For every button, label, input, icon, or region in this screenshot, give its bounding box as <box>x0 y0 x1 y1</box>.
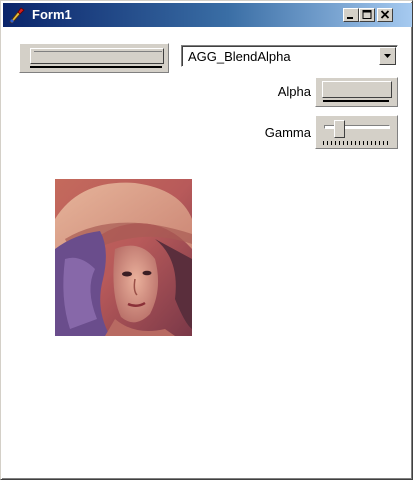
client-area: AGG_BlendAlpha Alpha Gamma <box>4 27 411 478</box>
maximize-icon <box>362 10 372 19</box>
combo-dropdown-button[interactable] <box>379 47 396 65</box>
minimize-icon <box>347 17 353 19</box>
blend-mode-combobox[interactable]: AGG_BlendAlpha <box>181 45 398 67</box>
gamma-trackbar-ticks <box>323 141 391 145</box>
minimize-button[interactable] <box>343 8 359 22</box>
title-bar[interactable]: Form1 <box>3 3 412 27</box>
alpha-trackbar[interactable] <box>315 77 398 107</box>
chevron-down-icon <box>384 54 391 58</box>
alpha-label: Alpha <box>277 84 311 99</box>
top-trackbar-ticks <box>30 66 162 68</box>
close-button[interactable] <box>377 8 393 22</box>
top-trackbar[interactable] <box>19 43 169 73</box>
gamma-trackbar-thumb[interactable] <box>334 120 345 138</box>
window-title: Form1 <box>32 7 72 22</box>
top-trackbar-inner <box>34 51 162 61</box>
gamma-trackbar[interactable] <box>315 115 398 149</box>
form1-window: Form1 AGG_BlendAlpha Alpha Gamma <box>0 0 413 480</box>
gamma-label: Gamma <box>264 125 311 140</box>
alpha-trackbar-ticks <box>323 100 389 102</box>
close-icon <box>380 10 390 19</box>
alpha-trackbar-thumb[interactable] <box>322 81 392 98</box>
maximize-button[interactable] <box>359 8 375 22</box>
app-icon[interactable] <box>8 7 26 24</box>
portrait-photo <box>55 179 192 336</box>
combo-selected-value: AGG_BlendAlpha <box>188 49 291 64</box>
